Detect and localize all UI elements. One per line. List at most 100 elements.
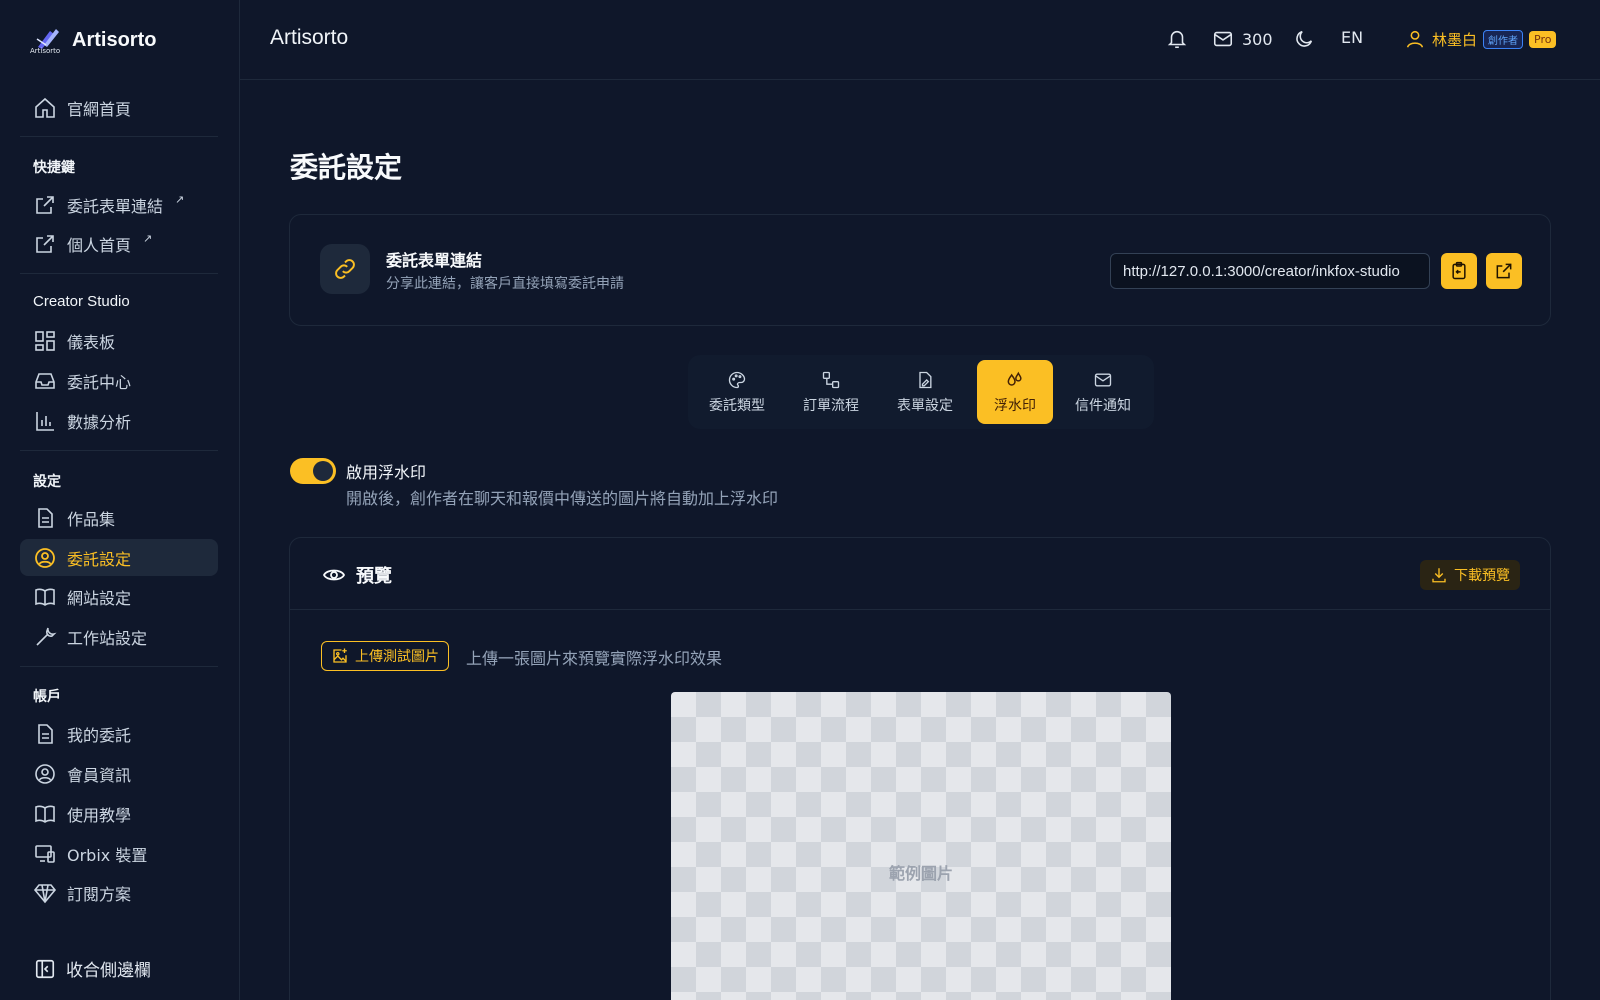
sidebar-item-label: 工作站設定 xyxy=(67,628,148,648)
user-menu[interactable]: 林墨白 創作者 Pro xyxy=(1404,28,1557,50)
notifications-button[interactable] xyxy=(1166,28,1188,50)
mail-icon xyxy=(1094,373,1112,386)
open-link-button[interactable] xyxy=(1486,253,1522,289)
sidebar-item-dashboard[interactable]: 儀表板 xyxy=(20,322,218,359)
upload-test-image-button[interactable]: 上傳測試圖片 xyxy=(321,641,449,671)
language-button[interactable]: EN xyxy=(1341,28,1363,47)
file-edit-icon xyxy=(919,371,932,388)
sidebar-item-home[interactable]: 官網首頁 xyxy=(20,89,218,126)
sidebar-item-commission-center[interactable]: 委託中心 xyxy=(20,362,218,399)
tab-label: 訂單流程 xyxy=(803,397,859,414)
dashboard-icon xyxy=(35,330,55,351)
header-title: Artisorto xyxy=(270,26,349,49)
clipboard-icon xyxy=(1452,261,1466,280)
sidebar-item-label: 使用教學 xyxy=(67,805,132,825)
collapse-label: 收合側邊欄 xyxy=(66,961,151,981)
droplets-icon xyxy=(1007,371,1022,386)
watermark-toggle-label: 啟用浮水印 xyxy=(346,463,427,482)
sidebar-item-profile[interactable]: 個人首頁 ↗ xyxy=(20,225,218,262)
wrench-icon xyxy=(36,627,57,646)
workflow-icon xyxy=(822,371,840,388)
document-icon xyxy=(38,507,53,528)
preview-header: 預覽 下載預覽 xyxy=(290,538,1550,610)
sidebar-item-site-settings[interactable]: 網站設定 xyxy=(20,578,218,615)
inbox-icon xyxy=(35,372,55,389)
document-icon xyxy=(38,723,53,744)
sidebar-item-label: 數據分析 xyxy=(67,412,132,432)
link-icon-box xyxy=(320,244,370,294)
sidebar-item-subscription[interactable]: 訂閱方案 xyxy=(20,874,218,911)
sidebar-item-workspace-settings[interactable]: 工作站設定 xyxy=(20,618,218,655)
tab-label: 表單設定 xyxy=(897,397,953,414)
sidebar-item-portfolio[interactable]: 作品集 xyxy=(20,499,218,536)
sidebar-item-my-commissions[interactable]: 我的委託 xyxy=(20,715,218,752)
language-label: EN xyxy=(1341,28,1364,47)
link-card-subtitle: 分享此連結，讓客戶直接填寫委託申請 xyxy=(386,276,624,292)
mail-count: 300 xyxy=(1242,29,1273,49)
sidebar-collapse-icon xyxy=(35,959,55,978)
sidebar-item-label: 訂閱方案 xyxy=(67,884,132,904)
devices-icon xyxy=(35,844,55,863)
tab-email-notifications[interactable]: 信件通知 xyxy=(1059,360,1147,424)
download-preview-button[interactable]: 下載預覽 xyxy=(1420,560,1520,590)
upload-label: 上傳測試圖片 xyxy=(355,649,439,665)
sidebar-item-label: 個人首頁 xyxy=(67,235,132,255)
sidebar-item-tutorial[interactable]: 使用教學 xyxy=(20,795,218,832)
sidebar-item-label: 網站設定 xyxy=(67,588,132,608)
brand-logo-icon: Artisorto xyxy=(30,25,62,55)
form-url-input[interactable]: http://127.0.0.1:3000/creator/inkfox-stu… xyxy=(1110,253,1430,289)
sample-preview-image: 範例圖片 xyxy=(671,692,1171,1000)
sidebar-section-studio: Creator Studio xyxy=(33,293,130,310)
sidebar-item-member-info[interactable]: 會員資訊 xyxy=(20,755,218,792)
download-icon xyxy=(1432,568,1446,583)
sidebar-item-label: 官網首頁 xyxy=(67,99,132,119)
book-icon xyxy=(35,588,55,606)
sample-image-label: 範例圖片 xyxy=(888,864,953,883)
tab-commission-types[interactable]: 委託類型 xyxy=(693,360,781,424)
collapse-sidebar-button[interactable]: 收合側邊欄 xyxy=(34,956,151,981)
sidebar-item-label: 作品集 xyxy=(67,509,116,529)
sidebar-item-label: 委託設定 xyxy=(67,549,132,569)
brand[interactable]: Artisorto Artisorto xyxy=(30,24,157,56)
diamond-icon xyxy=(33,883,57,903)
tab-label: 委託類型 xyxy=(709,397,765,414)
upload-hint: 上傳一張圖片來預覽實際浮水印效果 xyxy=(466,649,723,668)
copy-link-button[interactable] xyxy=(1441,253,1477,289)
link-icon xyxy=(335,259,355,279)
download-label: 下載預覽 xyxy=(1454,568,1510,584)
link-card-title: 委託表單連結 xyxy=(386,251,483,270)
external-arrow-icon: ↗ xyxy=(143,232,153,245)
sidebar-item-label: 我的委託 xyxy=(67,725,132,745)
sidebar-item-label: 儀表板 xyxy=(67,332,116,352)
page-title: 委託設定 xyxy=(290,151,403,184)
brand-name: Artisorto xyxy=(72,28,157,51)
bar-chart-icon xyxy=(36,411,54,431)
form-link-card: 委託表單連結 分享此連結，讓客戶直接填寫委託申請 http://127.0.0.… xyxy=(289,214,1551,326)
sidebar-item-form-link[interactable]: 委託表單連結 ↗ xyxy=(20,186,218,223)
external-link-icon xyxy=(36,195,54,214)
home-icon xyxy=(35,97,55,118)
plan-badge: Pro xyxy=(1529,30,1557,48)
external-arrow-icon: ↗ xyxy=(175,193,185,206)
book-icon xyxy=(35,805,55,823)
mail-button[interactable]: 300 xyxy=(1212,28,1273,50)
sidebar: Artisorto Artisorto 官網首頁 快捷鍵 委託表單連結 ↗ 個人首… xyxy=(0,0,240,1000)
tab-form-settings[interactable]: 表單設定 xyxy=(881,360,969,424)
palette-icon xyxy=(728,371,746,388)
tab-label: 浮水印 xyxy=(994,397,1036,414)
sidebar-item-analytics[interactable]: 數據分析 xyxy=(20,402,218,439)
sidebar-item-orbix-devices[interactable]: Orbix 裝置 xyxy=(20,835,218,872)
sidebar-divider xyxy=(20,273,218,274)
image-plus-icon xyxy=(333,648,347,663)
user-circle-icon xyxy=(35,547,55,568)
theme-toggle-button[interactable] xyxy=(1293,28,1315,50)
external-link-icon xyxy=(1496,263,1512,279)
sidebar-item-commission-settings[interactable]: 委託設定 xyxy=(20,539,218,576)
sidebar-divider xyxy=(20,450,218,451)
watermark-toggle[interactable] xyxy=(290,458,336,484)
tab-watermark[interactable]: 浮水印 xyxy=(977,360,1053,424)
sidebar-divider xyxy=(20,136,218,137)
watermark-description: 開啟後，創作者在聊天和報價中傳送的圖片將自動加上浮水印 xyxy=(346,489,779,508)
sidebar-item-label: 委託中心 xyxy=(67,372,132,392)
tab-order-flow[interactable]: 訂單流程 xyxy=(787,360,875,424)
